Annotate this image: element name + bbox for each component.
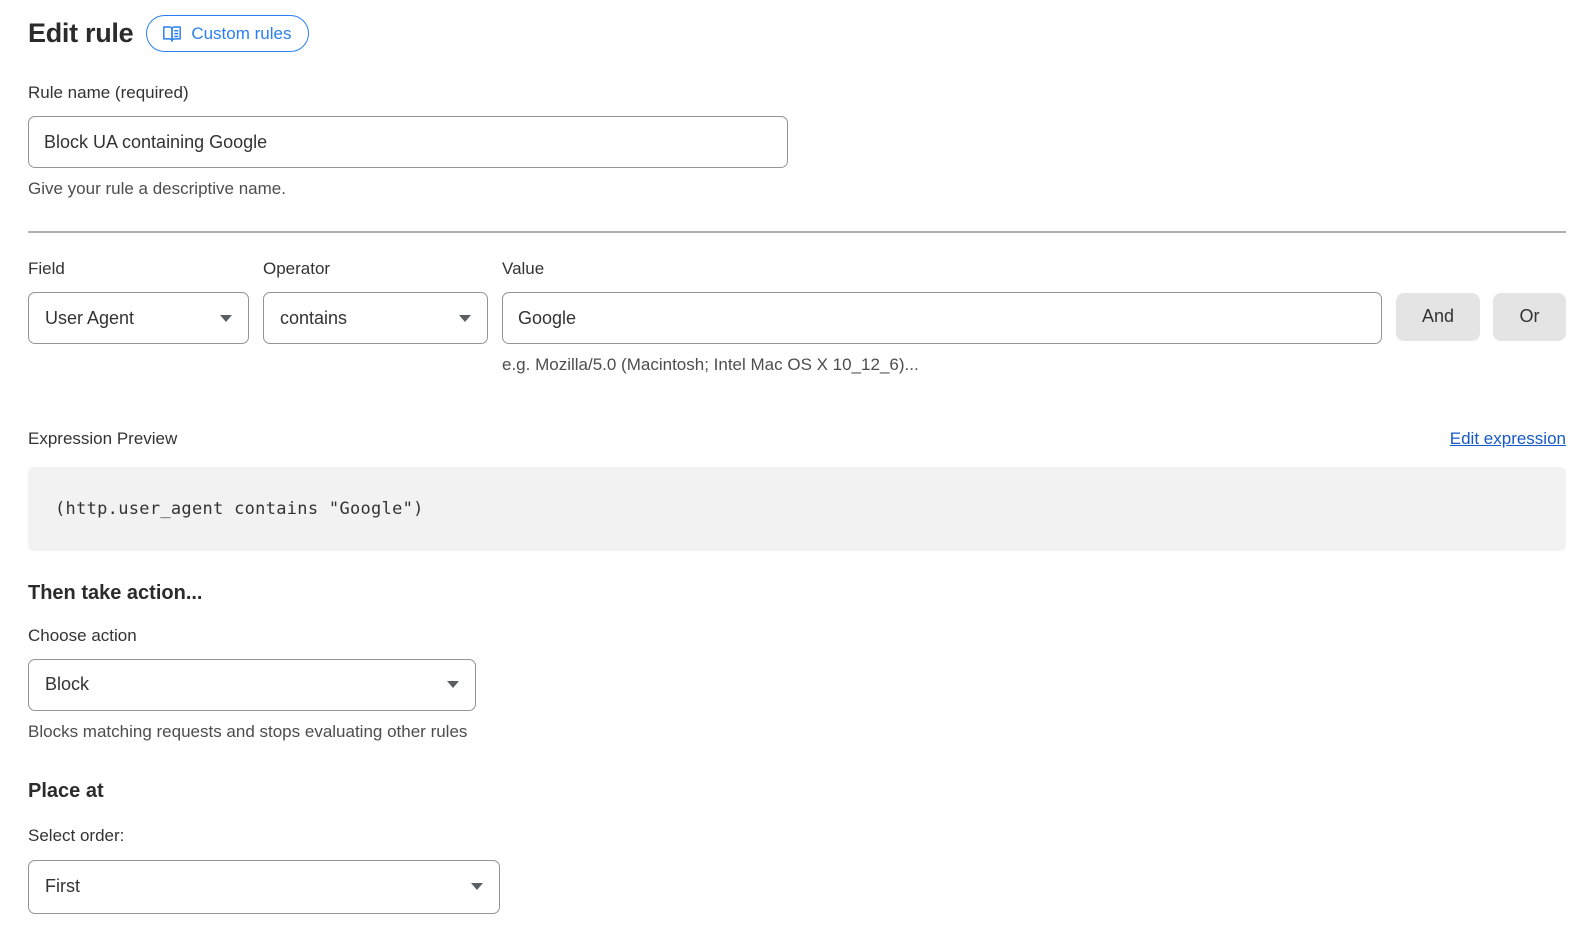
order-select-value: First: [45, 876, 80, 897]
placement-section-heading: Place at: [28, 780, 1566, 803]
open-book-icon: [162, 25, 182, 43]
value-helper: e.g. Mozilla/5.0 (Macintosh; Intel Mac O…: [502, 355, 1382, 375]
rule-name-input[interactable]: [28, 116, 788, 168]
expression-header: Expression Preview Edit expression: [28, 429, 1566, 449]
connector-buttons: And Or: [1396, 259, 1566, 341]
field-column: Field User Agent: [28, 259, 249, 344]
page-header: Edit rule Custom rules: [28, 15, 1566, 52]
expression-preview-label: Expression Preview: [28, 429, 177, 449]
edit-expression-link[interactable]: Edit expression: [1450, 429, 1566, 449]
operator-column: Operator contains: [263, 259, 488, 344]
and-button[interactable]: And: [1396, 293, 1480, 341]
order-select[interactable]: First: [28, 860, 500, 914]
chevron-down-icon: [447, 681, 459, 688]
value-input[interactable]: [502, 292, 1382, 344]
choose-action-label: Choose action: [28, 626, 1566, 646]
operator-label: Operator: [263, 259, 488, 279]
chevron-down-icon: [220, 315, 232, 322]
action-section-heading: Then take action...: [28, 582, 1566, 605]
action-select[interactable]: Block: [28, 659, 476, 711]
operator-select[interactable]: contains: [263, 292, 488, 344]
action-helper: Blocks matching requests and stops evalu…: [28, 722, 1566, 742]
field-label: Field: [28, 259, 249, 279]
or-button[interactable]: Or: [1493, 293, 1566, 341]
chevron-down-icon: [459, 315, 471, 322]
action-select-value: Block: [45, 674, 89, 695]
expression-code: (http.user_agent contains "Google"): [55, 499, 424, 519]
field-select[interactable]: User Agent: [28, 292, 249, 344]
page-title: Edit rule: [28, 18, 133, 49]
field-select-value: User Agent: [45, 308, 134, 329]
select-order-label: Select order:: [28, 826, 1566, 846]
edit-rule-page: Edit rule Custom rules Rule name (requir…: [0, 0, 1587, 914]
rule-name-label: Rule name (required): [28, 83, 1566, 103]
custom-rules-button-label: Custom rules: [191, 25, 291, 42]
custom-rules-docs-button[interactable]: Custom rules: [146, 15, 309, 52]
value-label: Value: [502, 259, 1382, 279]
operator-select-value: contains: [280, 308, 347, 329]
section-divider: [28, 231, 1566, 233]
value-column: Value e.g. Mozilla/5.0 (Macintosh; Intel…: [502, 259, 1382, 376]
expression-preview-box: (http.user_agent contains "Google"): [28, 467, 1566, 551]
condition-row: Field User Agent Operator contains Value…: [28, 259, 1566, 376]
chevron-down-icon: [471, 883, 483, 890]
rule-name-helper: Give your rule a descriptive name.: [28, 179, 1566, 199]
